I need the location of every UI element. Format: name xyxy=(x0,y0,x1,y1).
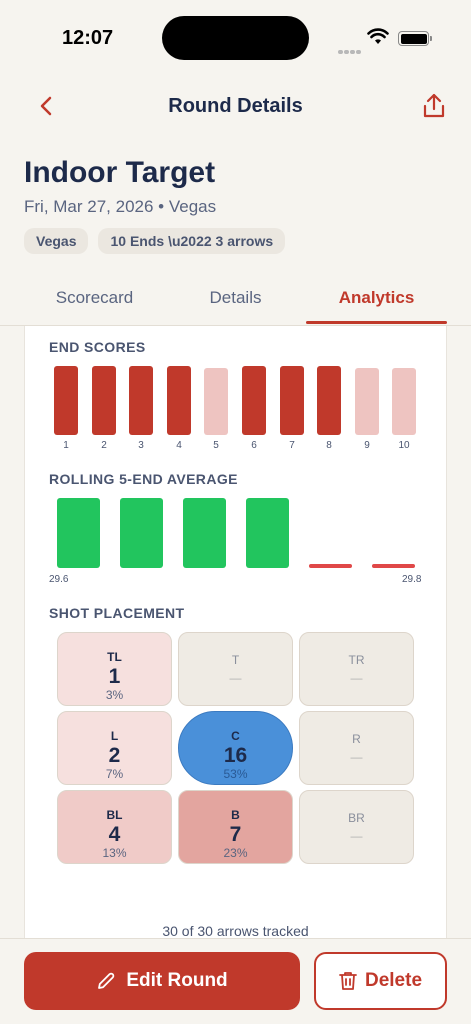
end-score-bar xyxy=(54,366,78,435)
wifi-icon xyxy=(367,28,389,44)
battery-icon xyxy=(398,31,432,46)
placement-cell-c: C 16 53% xyxy=(178,711,293,785)
end-score-bar xyxy=(92,366,116,435)
end-score-tick: 6 xyxy=(251,440,257,451)
round-title: Indoor Target xyxy=(24,156,216,189)
placement-cell-t: T — xyxy=(178,632,293,706)
share-button[interactable] xyxy=(418,90,450,122)
page-title: Round Details xyxy=(168,95,303,117)
end-score-bar xyxy=(355,368,379,435)
rolling-average-label: ROLLING 5-END AVERAGE xyxy=(49,471,238,487)
placement-percent: 23% xyxy=(223,846,248,860)
end-score-bar xyxy=(204,368,228,435)
round-tags: Vegas 10 Ends \u2022 3 arrows xyxy=(24,228,286,254)
nav-bar: Round Details xyxy=(0,82,471,130)
tab-details[interactable]: Details xyxy=(165,288,306,308)
placement-empty-value: — xyxy=(229,671,242,685)
rolling-average-bar xyxy=(246,498,289,568)
tab-bar: Scorecard Details Analytics xyxy=(0,276,471,326)
end-score-tick: 4 xyxy=(176,440,182,451)
placement-zone-label: B xyxy=(231,808,240,822)
end-scores-label: END SCORES xyxy=(49,339,146,355)
end-score-bar xyxy=(167,366,191,435)
end-score-tick: 3 xyxy=(138,440,144,451)
placement-count: 16 xyxy=(223,744,248,767)
placement-count: 7 xyxy=(229,823,242,846)
rolling-average-bar xyxy=(57,498,100,568)
end-score-tick: 8 xyxy=(326,440,332,451)
end-score-tick: 5 xyxy=(213,440,219,451)
rolling-max-label: 29.8 xyxy=(402,574,422,585)
end-score-tick: 9 xyxy=(364,440,370,451)
tab-indicator xyxy=(306,321,447,324)
placement-zone-label: TL xyxy=(107,650,122,664)
tab-scorecard[interactable]: Scorecard xyxy=(24,288,165,308)
edit-round-button[interactable]: Edit Round xyxy=(24,952,300,1010)
placement-zone-label: L xyxy=(110,729,119,743)
round-subtitle: Fri, Mar 27, 2026 • Vegas xyxy=(24,197,217,216)
placement-cell-tl: TL 1 3% xyxy=(57,632,172,706)
placement-percent: 53% xyxy=(223,767,248,781)
placement-cell-r: R — xyxy=(299,711,414,785)
status-bar: 12:07 xyxy=(0,0,471,70)
placement-cell-bl: BL 4 13% xyxy=(57,790,172,864)
dynamic-island xyxy=(162,16,309,60)
status-time: 12:07 xyxy=(62,27,114,49)
action-bar: Edit Round Delete xyxy=(0,938,471,1024)
end-score-tick: 1 xyxy=(63,440,69,451)
rolling-average-bar xyxy=(183,498,226,568)
placement-percent: 7% xyxy=(105,767,124,781)
placement-empty-value: — xyxy=(350,671,363,685)
placement-zone-label: BL xyxy=(106,808,123,822)
placement-count: 1 xyxy=(108,665,121,688)
end-score-tick: 10 xyxy=(398,440,410,451)
placement-cell-l: L 2 7% xyxy=(57,711,172,785)
placement-zone-label: T xyxy=(231,653,240,667)
end-score-tick: 2 xyxy=(101,440,107,451)
placement-percent: 13% xyxy=(102,846,127,860)
placement-zone-label: C xyxy=(231,729,240,743)
end-score-bar xyxy=(280,366,304,435)
pencil-icon xyxy=(98,972,115,989)
tag-chip: Vegas xyxy=(24,228,89,254)
placement-count: 4 xyxy=(108,823,121,846)
end-score-bar xyxy=(242,366,266,435)
placement-zone-label: BR xyxy=(348,811,365,825)
tab-analytics[interactable]: Analytics xyxy=(306,288,447,308)
delete-button[interactable]: Delete xyxy=(314,952,447,1010)
placement-cell-b: B 7 23% xyxy=(178,790,293,864)
delete-label: Delete xyxy=(364,970,423,991)
trash-icon xyxy=(339,972,357,990)
end-score-bar xyxy=(317,366,341,435)
signal-icon xyxy=(338,41,362,59)
rolling-min-label: 29.6 xyxy=(49,574,69,585)
end-score-bar xyxy=(129,366,153,435)
tag-chip: 10 Ends \u2022 3 arrows xyxy=(98,228,286,254)
placement-cell-tr: TR — xyxy=(299,632,414,706)
placement-count: 2 xyxy=(108,744,121,767)
placement-cell-br: BR — xyxy=(299,790,414,864)
edit-round-label: Edit Round xyxy=(126,970,228,991)
rolling-average-marker xyxy=(309,564,352,568)
placement-empty-value: — xyxy=(350,829,363,843)
rolling-average-marker xyxy=(372,564,415,568)
placement-empty-value: — xyxy=(350,750,363,764)
shot-placement-label: SHOT PLACEMENT xyxy=(49,605,185,621)
placement-zone-label: TR xyxy=(348,653,365,667)
rolling-average-bar xyxy=(120,498,163,568)
placement-percent: 3% xyxy=(105,688,124,702)
share-icon xyxy=(423,93,445,118)
end-score-bar xyxy=(392,368,416,435)
end-score-tick: 7 xyxy=(289,440,295,451)
analytics-card: END SCORES 1 2 3 4 5 6 7 8 9 10 ROLLING 5-END AVE… xyxy=(24,326,447,966)
placement-zone-label: R xyxy=(352,732,361,746)
arrows-tracked-text: 30 of 30 arrows tracked xyxy=(162,923,309,939)
